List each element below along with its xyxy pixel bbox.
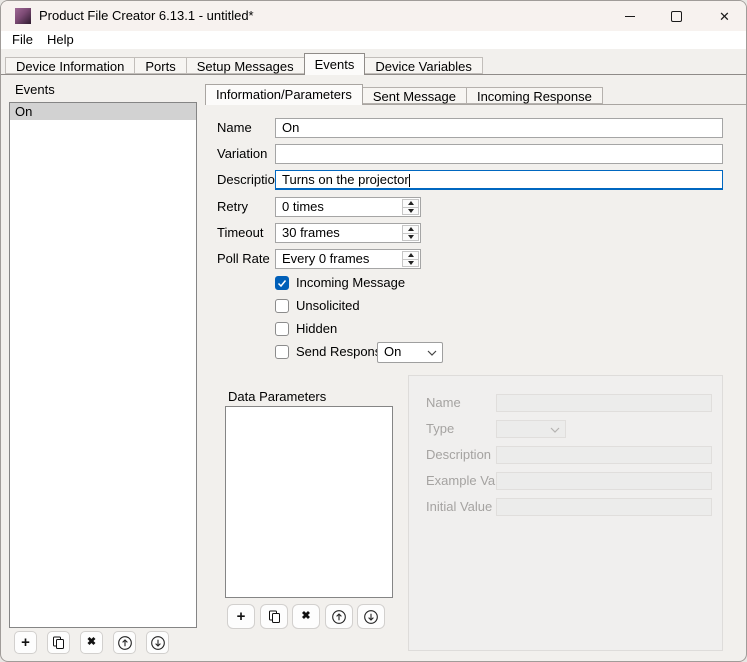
subtab-information-parameters[interactable]: Information/Parameters — [205, 84, 363, 105]
parameter-details-panel: Name Type Description Example Value Init… — [408, 375, 723, 651]
tab-events[interactable]: Events — [304, 53, 366, 75]
detail-type-dropdown — [496, 420, 566, 438]
move-parameter-down-button[interactable] — [357, 604, 385, 629]
maximize-icon — [671, 11, 682, 22]
window-title: Product File Creator 6.13.1 - untitled* — [39, 8, 254, 24]
main-tab-strip: Device Information Ports Setup Messages … — [1, 49, 747, 75]
arrow-down-circle-icon — [150, 635, 166, 651]
copy-icon — [52, 636, 65, 650]
copy-parameter-button[interactable] — [260, 604, 288, 629]
tab-ports[interactable]: Ports — [134, 57, 186, 74]
description-input[interactable]: Turns on the projector — [275, 170, 723, 190]
app-icon — [15, 8, 31, 24]
spin-down-button[interactable] — [402, 259, 419, 268]
data-parameters-list[interactable] — [225, 406, 393, 598]
poll-rate-label: Poll Rate — [217, 249, 270, 269]
delete-parameter-button[interactable]: ✖ — [292, 604, 320, 629]
close-icon: ✕ — [719, 10, 730, 23]
hidden-label[interactable]: Hidden — [296, 321, 337, 337]
incoming-message-label[interactable]: Incoming Message — [296, 275, 405, 291]
events-list[interactable]: On — [9, 102, 197, 628]
detail-type-label: Type — [426, 420, 454, 438]
description-label: Description — [217, 170, 282, 190]
spin-down-icon — [408, 261, 414, 265]
arrow-up-circle-icon — [331, 609, 347, 625]
menu-bar: File Help — [1, 31, 747, 49]
detail-description-input — [496, 446, 712, 464]
detail-name-label: Name — [426, 394, 461, 412]
tab-device-variables[interactable]: Device Variables — [364, 57, 483, 74]
name-label: Name — [217, 118, 252, 138]
unsolicited-checkbox[interactable] — [275, 299, 289, 313]
unsolicited-label[interactable]: Unsolicited — [296, 298, 360, 314]
minimize-icon — [625, 16, 635, 17]
tab-device-information[interactable]: Device Information — [5, 57, 135, 74]
add-parameter-button[interactable]: + — [227, 604, 255, 629]
copy-event-button[interactable] — [47, 631, 70, 654]
send-response-checkbox[interactable] — [275, 345, 289, 359]
data-parameters-title: Data Parameters — [228, 389, 326, 404]
timeout-spinbox[interactable]: 30 frames — [275, 223, 421, 243]
tab-setup-messages[interactable]: Setup Messages — [186, 57, 305, 74]
poll-rate-spinner — [402, 251, 419, 267]
app-window: Product File Creator 6.13.1 - untitled* … — [0, 0, 747, 662]
spin-down-button[interactable] — [402, 233, 419, 242]
detail-name-input — [496, 394, 712, 412]
retry-spinner — [402, 199, 419, 215]
chevron-down-icon — [427, 350, 437, 356]
spin-down-icon — [408, 209, 414, 213]
spin-down-button[interactable] — [402, 207, 419, 216]
retry-spinbox[interactable]: 0 times — [275, 197, 421, 217]
title-bar: Product File Creator 6.13.1 - untitled* … — [1, 1, 747, 31]
subtab-sent-message[interactable]: Sent Message — [362, 87, 467, 104]
detail-example-value-input — [496, 472, 712, 490]
events-list-item-on[interactable]: On — [10, 103, 196, 120]
delete-event-button[interactable]: ✖ — [80, 631, 103, 654]
incoming-message-checkbox[interactable] — [275, 276, 289, 290]
spin-up-icon — [408, 253, 414, 257]
events-panel-title: Events — [15, 82, 55, 97]
menu-help[interactable]: Help — [40, 31, 81, 49]
retry-label: Retry — [217, 197, 248, 217]
minimize-button[interactable] — [607, 1, 653, 31]
send-response-label[interactable]: Send Response — [296, 344, 389, 360]
name-input[interactable]: On — [275, 118, 723, 138]
variation-input[interactable] — [275, 144, 723, 164]
poll-rate-spinbox[interactable]: Every 0 frames — [275, 249, 421, 269]
subtab-incoming-response[interactable]: Incoming Response — [466, 87, 603, 104]
detail-description-label: Description — [426, 446, 491, 464]
delete-icon: ✖ — [87, 637, 96, 648]
move-event-down-button[interactable] — [146, 631, 169, 654]
spin-up-icon — [408, 201, 414, 205]
text-caret — [409, 174, 410, 187]
checkmark-icon — [277, 278, 287, 288]
move-parameter-up-button[interactable] — [325, 604, 353, 629]
delete-icon: ✖ — [301, 611, 310, 622]
move-event-up-button[interactable] — [113, 631, 136, 654]
close-button[interactable]: ✕ — [701, 1, 747, 31]
variation-label: Variation — [217, 144, 267, 164]
spin-down-icon — [408, 235, 414, 239]
add-event-button[interactable]: + — [14, 631, 37, 654]
timeout-spinner — [402, 225, 419, 241]
timeout-label: Timeout — [217, 223, 263, 243]
detail-initial-value-input — [496, 498, 712, 516]
spin-up-icon — [408, 227, 414, 231]
arrow-up-circle-icon — [117, 635, 133, 651]
maximize-button[interactable] — [653, 1, 699, 31]
copy-icon — [268, 610, 281, 624]
send-response-dropdown[interactable]: On — [377, 342, 443, 363]
hidden-checkbox[interactable] — [275, 322, 289, 336]
chevron-down-icon — [550, 427, 560, 433]
plus-icon: + — [21, 635, 30, 650]
arrow-down-circle-icon — [363, 609, 379, 625]
detail-initial-value-label: Initial Value — [426, 498, 492, 516]
plus-icon: + — [237, 609, 246, 624]
menu-file[interactable]: File — [5, 31, 40, 49]
event-tab-strip: Information/Parameters Sent Message Inco… — [205, 81, 747, 105]
